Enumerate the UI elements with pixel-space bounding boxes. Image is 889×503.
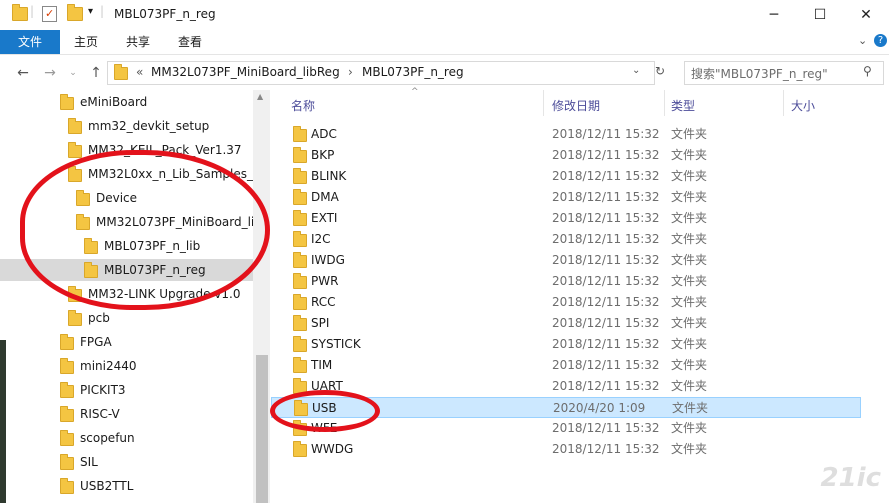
tab-file[interactable]: 文件 — [0, 30, 60, 54]
separator: | — [100, 4, 105, 18]
folder-icon — [293, 252, 307, 268]
folder-icon — [60, 94, 74, 110]
file-row[interactable]: BKP 2018/12/11 15:32 文件夹 — [271, 145, 861, 166]
minimize-button[interactable]: ─ — [751, 0, 797, 30]
file-row[interactable]: DMA 2018/12/11 15:32 文件夹 — [271, 187, 861, 208]
folder-icon — [114, 64, 128, 80]
folder-icon — [293, 441, 307, 457]
column-header-name[interactable]: 名称 — [291, 97, 315, 114]
folder-icon — [293, 189, 307, 205]
file-row[interactable]: EXTI 2018/12/11 15:32 文件夹 — [271, 208, 861, 229]
overflow-icon[interactable]: « — [136, 65, 143, 79]
folder-icon — [60, 454, 74, 470]
annotation-circle — [20, 150, 270, 310]
tab-home[interactable]: 主页 — [62, 30, 110, 54]
tree-item[interactable]: scopefun — [60, 427, 135, 449]
folder-icon — [68, 142, 82, 158]
tree-item[interactable]: SIL — [60, 451, 98, 473]
file-row[interactable]: IWDG 2018/12/11 15:32 文件夹 — [271, 250, 861, 271]
folder-icon — [293, 168, 307, 184]
folder-icon — [12, 4, 28, 21]
folder-icon — [293, 231, 307, 247]
folder-icon — [293, 336, 307, 352]
file-row[interactable]: RCC 2018/12/11 15:32 文件夹 — [271, 292, 861, 313]
tree-item[interactable]: USB2TTL — [60, 475, 133, 497]
scrollbar-thumb[interactable] — [256, 355, 268, 503]
file-row[interactable]: BLINK 2018/12/11 15:32 文件夹 — [271, 166, 861, 187]
help-icon[interactable]: ? — [874, 34, 887, 47]
expand-ribbon-icon[interactable]: ⌄ — [858, 34, 867, 47]
quick-access-dropdown-icon[interactable]: ▾ — [88, 6, 93, 17]
folder-icon — [293, 315, 307, 331]
folder-icon — [293, 273, 307, 289]
ribbon-tabs: 文件 主页 共享 查看 ⌄ ? — [0, 30, 889, 55]
tree-item[interactable]: RISC-V — [60, 403, 120, 425]
title-bar: | ✓ ▾ | MBL073PF_n_reg ─ ☐ ✕ — [0, 0, 889, 30]
sort-ascending-icon: ^ — [411, 87, 419, 97]
recent-locations-icon[interactable]: ⌄ — [63, 64, 83, 82]
search-input[interactable]: 搜索"MBL073PF_n_reg" — [691, 65, 828, 82]
tab-share[interactable]: 共享 — [114, 30, 162, 54]
background-edge — [0, 340, 6, 503]
close-button[interactable]: ✕ — [843, 0, 889, 30]
file-row[interactable]: ADC 2018/12/11 15:32 文件夹 — [271, 124, 861, 145]
file-row[interactable]: PWR 2018/12/11 15:32 文件夹 — [271, 271, 861, 292]
folder-icon — [68, 310, 82, 326]
folder-icon — [68, 118, 82, 134]
column-divider[interactable] — [543, 90, 544, 116]
up-button[interactable]: ↑ — [86, 64, 106, 82]
folder-icon — [60, 430, 74, 446]
file-row[interactable]: I2C 2018/12/11 15:32 文件夹 — [271, 229, 861, 250]
tree-item[interactable]: pcb — [68, 307, 110, 329]
tab-view[interactable]: 查看 — [166, 30, 214, 54]
file-row[interactable]: SPI 2018/12/11 15:32 文件夹 — [271, 313, 861, 334]
forward-button[interactable]: → — [40, 64, 60, 82]
file-row[interactable]: TIM 2018/12/11 15:32 文件夹 — [271, 355, 861, 376]
folder-icon — [60, 478, 74, 494]
column-header-date[interactable]: 修改日期 — [552, 97, 600, 114]
refresh-icon[interactable]: ↻ — [655, 64, 665, 78]
watermark-logo: 21ic — [820, 463, 881, 493]
tree-item[interactable]: eMiniBoard — [60, 91, 147, 113]
folder-icon — [60, 406, 74, 422]
file-row[interactable]: SYSTICK 2018/12/11 15:32 文件夹 — [271, 334, 861, 355]
column-divider[interactable] — [783, 90, 784, 116]
file-row[interactable]: WWDG 2018/12/11 15:32 文件夹 — [271, 439, 861, 460]
breadcrumb-segment[interactable]: MBL073PF_n_reg — [362, 65, 464, 79]
column-header-size[interactable]: 大小 — [791, 97, 815, 114]
breadcrumb-segment[interactable]: MM32L073PF_MiniBoard_libReg — [151, 65, 340, 79]
annotation-circle — [270, 390, 380, 432]
back-button[interactable]: ← — [13, 64, 33, 82]
folder-icon — [60, 358, 74, 374]
column-divider[interactable] — [664, 90, 665, 116]
tree-item[interactable]: mm32_devkit_setup — [68, 115, 209, 137]
separator: | — [30, 4, 35, 18]
folder-icon — [60, 382, 74, 398]
breadcrumb-separator: › — [348, 65, 353, 79]
search-icon[interactable]: ⚲ — [863, 64, 872, 78]
folder-icon — [293, 210, 307, 226]
folder-icon — [293, 357, 307, 373]
address-bar[interactable]: « MM32L073PF_MiniBoard_libReg › MBL073PF… — [107, 61, 665, 85]
address-dropdown-icon[interactable]: ⌄ — [632, 65, 640, 76]
tree-item[interactable]: FPGA — [60, 331, 112, 353]
search-box[interactable]: 搜索"MBL073PF_n_reg" ⚲ — [684, 61, 884, 85]
tree-item[interactable]: PICKIT3 — [60, 379, 126, 401]
tree-item[interactable]: mini2440 — [60, 355, 137, 377]
properties-icon[interactable]: ✓ — [42, 6, 57, 22]
folder-icon — [293, 147, 307, 163]
folder-icon — [293, 294, 307, 310]
column-header-type[interactable]: 类型 — [671, 97, 695, 114]
folder-icon — [60, 334, 74, 350]
scroll-up-icon[interactable]: ▲ — [257, 92, 263, 101]
folder-icon — [293, 126, 307, 142]
window-title: MBL073PF_n_reg — [114, 7, 216, 21]
new-folder-icon[interactable] — [67, 4, 83, 21]
maximize-button[interactable]: ☐ — [797, 0, 843, 30]
